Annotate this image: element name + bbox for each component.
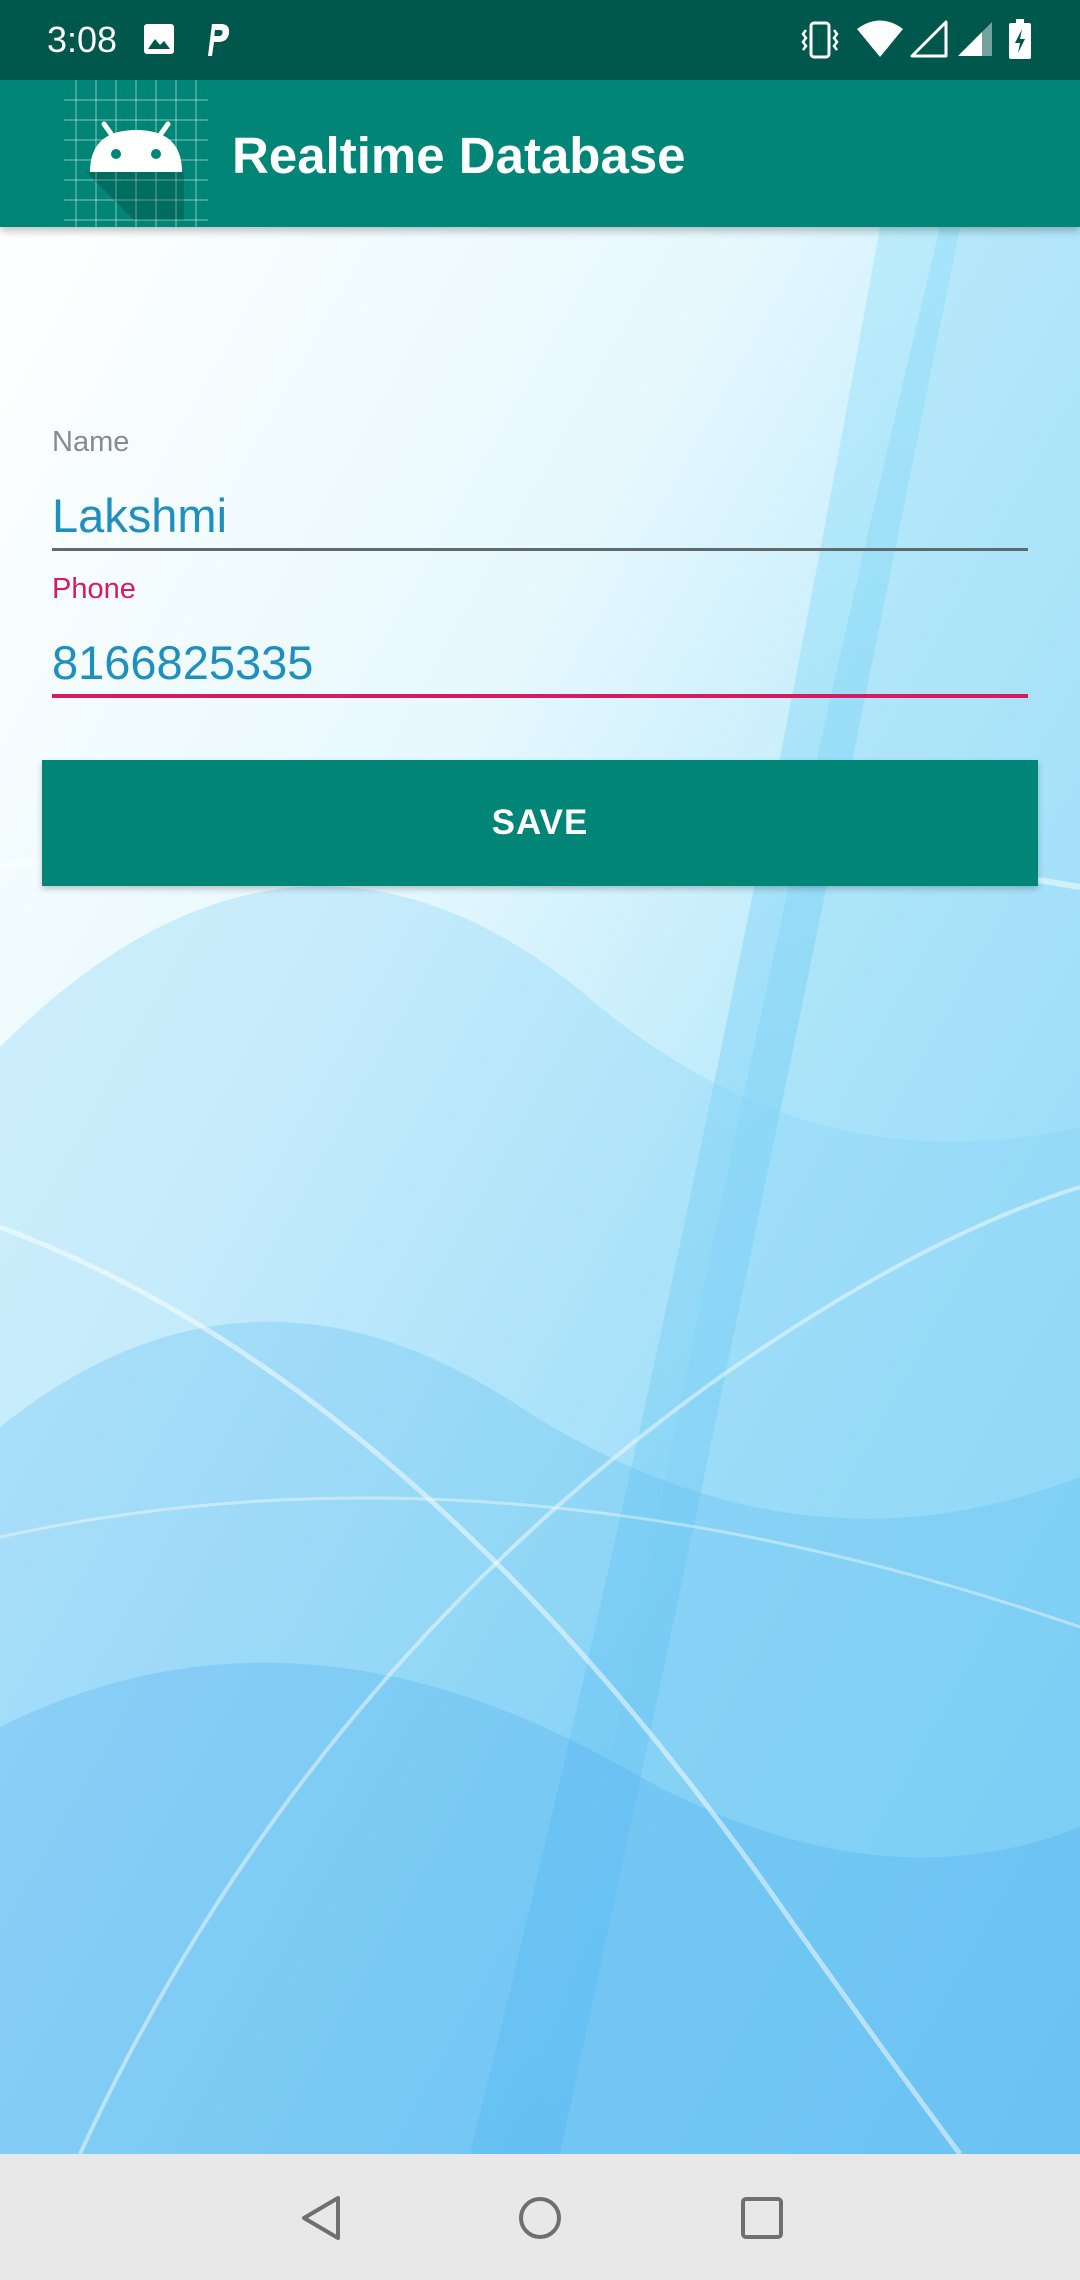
save-button[interactable]: SAVE [42,760,1038,886]
phone-label: Phone [52,573,136,605]
android-icon [64,80,208,227]
signal-icon [958,22,992,56]
main-content: Name Phone SAVE [0,227,1080,2154]
vibrate-icon [801,21,839,59]
battery-charging-icon [1009,19,1031,59]
signal-empty-icon [910,20,948,58]
home-icon[interactable] [504,2182,576,2254]
name-underline [52,548,1028,551]
app-title: Realtime Database [232,127,686,184]
phone-input[interactable] [52,632,1028,692]
back-icon[interactable] [286,2182,358,2254]
app-bar: Realtime Database [0,80,1080,227]
status-time: 3:08 [47,19,118,60]
parking-icon [208,24,230,56]
status-bar: 3:08 [0,0,1080,80]
recents-icon[interactable] [726,2182,798,2254]
wifi-icon [857,20,903,57]
navigation-bar [0,2154,1080,2280]
phone-underline [52,694,1028,698]
name-input[interactable] [52,485,1028,545]
name-label: Name [52,426,130,458]
image-icon [144,24,174,54]
